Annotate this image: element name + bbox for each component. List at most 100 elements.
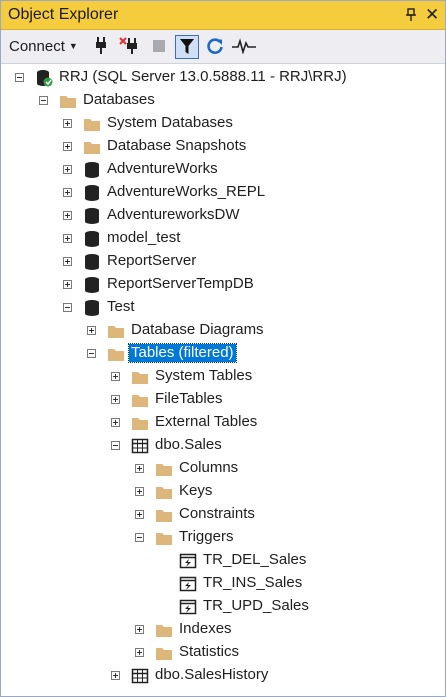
tree-node-label: AdventureworksDW [107,206,240,223]
object-explorer-panel: Object Explorer ✕ Connect ▼ RRJ (SQL Ser… [0,0,446,697]
tree-node-label: model_test [107,229,181,246]
expand-icon[interactable] [63,234,72,243]
tree-node-database[interactable]: AdventureworksDW [1,204,441,227]
tree-node-table-dbo-saleshistory[interactable]: dbo.SalesHistory [1,664,441,687]
database-icon [85,254,99,270]
expand-icon[interactable] [135,464,144,473]
folder-icon [132,418,148,430]
collapse-icon[interactable] [111,441,120,450]
tree-node-label: Database Snapshots [107,137,247,154]
tree-node-database[interactable]: AdventureWorks [1,158,441,181]
tree-node-constraints[interactable]: Constraints [1,503,441,526]
tree-node-triggers[interactable]: Triggers [1,526,441,549]
collapse-icon[interactable] [39,96,48,105]
collapse-icon[interactable] [135,533,144,542]
refresh-icon[interactable] [204,34,226,58]
tree-node-label: TR_INS_Sales [203,574,303,591]
expand-icon[interactable] [111,372,120,381]
expand-icon[interactable] [63,119,72,128]
tree-node-trigger[interactable]: TR_DEL_Sales [1,549,441,572]
connect-dropdown-button[interactable]: Connect ▼ [9,34,78,58]
tree-node-keys[interactable]: Keys [1,480,441,503]
tree-node-label: RRJ (SQL Server 13.0.5888.11 - RRJ\RRJ) [59,68,347,85]
expand-icon[interactable] [135,510,144,519]
tree-node-system-databases[interactable]: System Databases [1,112,441,135]
expand-icon[interactable] [111,418,120,427]
folder-icon [156,533,172,545]
database-icon [85,300,99,316]
expand-icon[interactable] [111,395,120,404]
tree-node-database[interactable]: ReportServerTempDB [1,273,441,296]
trigger-icon [179,576,197,592]
panel-title: Object Explorer [8,6,119,23]
tree-node-table-dbo-sales[interactable]: dbo.Sales [1,434,441,457]
tree-node-server[interactable]: RRJ (SQL Server 13.0.5888.11 - RRJ\RRJ) [1,66,441,89]
database-icon [85,208,99,224]
server-icon [37,70,53,87]
database-icon [85,162,99,178]
expand-icon[interactable] [63,257,72,266]
connect-plug-icon[interactable] [91,34,111,58]
database-icon [85,277,99,293]
tree-node-trigger[interactable]: TR_INS_Sales [1,572,441,595]
folder-icon [84,119,100,131]
folder-icon [108,326,124,338]
tree-node-label: Databases [83,91,155,108]
close-icon[interactable]: ✕ [425,6,439,23]
connect-label: Connect [9,37,65,55]
expand-icon[interactable] [135,625,144,634]
collapse-icon[interactable] [15,73,24,82]
folder-icon [156,625,172,637]
tree-node-database[interactable]: model_test [1,227,441,250]
tree-node-label: dbo.SalesHistory [155,666,269,683]
tree-node-database-test[interactable]: Test [1,296,441,319]
expand-icon[interactable] [111,671,120,680]
tree-node-statistics[interactable]: Statistics [1,641,441,664]
expand-icon[interactable] [135,487,144,496]
folder-icon [84,142,100,154]
folder-icon [132,395,148,407]
expand-icon[interactable] [63,280,72,289]
activity-monitor-icon[interactable] [231,34,257,58]
tree-node-label: External Tables [155,413,258,430]
tree-node-database-snapshots[interactable]: Database Snapshots [1,135,441,158]
expand-icon[interactable] [63,142,72,151]
disconnect-plug-icon[interactable] [119,34,141,58]
collapse-icon[interactable] [63,303,72,312]
filter-button[interactable] [175,35,199,59]
folder-icon [156,464,172,476]
tree-node-label-selected: Tables (filtered) [128,343,237,363]
tree-node-tables-filtered[interactable]: Tables (filtered) [1,342,441,365]
stop-icon[interactable] [150,34,168,58]
expand-icon[interactable] [63,188,72,197]
tree-node-system-tables[interactable]: System Tables [1,365,441,388]
tree-node-database[interactable]: AdventureWorks_REPL [1,181,441,204]
tree-node-label: System Databases [107,114,233,131]
tree-node-filetables[interactable]: FileTables [1,388,441,411]
expand-icon[interactable] [63,211,72,220]
expand-icon[interactable] [135,648,144,657]
tree-node-database[interactable]: ReportServer [1,250,441,273]
tree-node-label: FileTables [155,390,223,407]
tree-node-databases[interactable]: Databases [1,89,441,112]
database-icon [85,185,99,201]
tree-node-label: ReportServerTempDB [107,275,254,292]
tree-node-label: AdventureWorks_REPL [107,183,266,200]
tree-node-database-diagrams[interactable]: Database Diagrams [1,319,441,342]
tree-node-indexes[interactable]: Indexes [1,618,441,641]
expand-icon[interactable] [63,165,72,174]
folder-icon [60,96,76,108]
tree-node-label: ReportServer [107,252,197,269]
tree-node-label: AdventureWorks [107,160,218,177]
pin-icon[interactable] [405,7,417,23]
tree-node-trigger[interactable]: TR_UPD_Sales [1,595,441,618]
tree-node-label: Indexes [179,620,232,637]
table-icon [131,438,149,454]
explorer-toolbar: Connect ▼ [1,30,445,64]
collapse-icon[interactable] [87,349,96,358]
expand-icon[interactable] [87,326,96,335]
tree-node-external-tables[interactable]: External Tables [1,411,441,434]
trigger-icon [179,553,197,569]
tree-node-label: Columns [179,459,239,476]
tree-node-columns[interactable]: Columns [1,457,441,480]
